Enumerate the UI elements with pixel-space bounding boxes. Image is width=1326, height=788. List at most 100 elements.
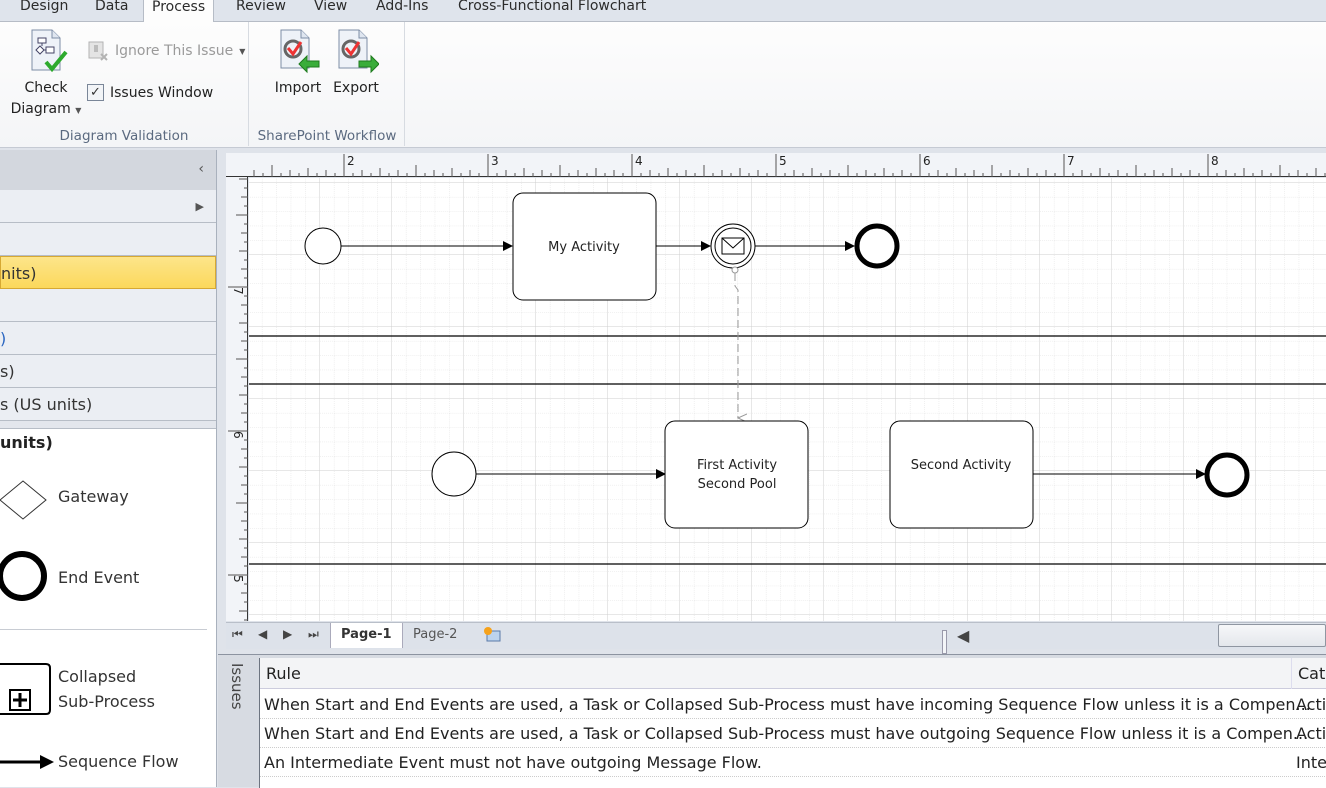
issue-row[interactable]: When Start and End Events are used, a Ta… bbox=[260, 690, 1326, 719]
scrollbar-split-handle[interactable] bbox=[942, 630, 947, 654]
issues-window-checkbox[interactable]: ✓ Issues Window bbox=[87, 84, 213, 101]
end-event-label: End Event bbox=[58, 568, 140, 587]
stencil-row[interactable]: s) bbox=[0, 355, 216, 388]
shape-divider bbox=[0, 629, 207, 630]
ignore-issue-icon bbox=[88, 41, 108, 61]
tab-view[interactable]: View bbox=[310, 0, 351, 22]
end-event-1[interactable] bbox=[854, 223, 900, 269]
stencil-title: units) bbox=[0, 433, 53, 452]
end-event-2[interactable] bbox=[1204, 452, 1250, 498]
ruler-label: 7 bbox=[1067, 154, 1075, 168]
page-tabs-bar: ⏮ ◀ ▶ ⏭ Page-1 Page-2 bbox=[226, 622, 1326, 649]
sequence-flow-icon bbox=[0, 755, 54, 769]
grid-major bbox=[249, 178, 1326, 621]
start-event-2[interactable] bbox=[431, 451, 477, 497]
dropdown-arrow-icon: ▼ bbox=[239, 46, 246, 56]
issue-category: Acti bbox=[1296, 724, 1326, 743]
ruler-label: 7 bbox=[231, 287, 245, 295]
shape-gateway[interactable]: Gateway bbox=[0, 480, 200, 520]
previous-page-icon[interactable]: ◀ bbox=[258, 627, 267, 641]
task-label: My Activity bbox=[548, 240, 620, 255]
checkbox-checked-icon: ✓ bbox=[87, 84, 104, 101]
export-label: Export bbox=[333, 80, 379, 96]
group-diagram-validation: Check Diagram ▼ Ignore This Issue ▼ ✓ Is… bbox=[0, 22, 249, 146]
issues-table: Rule Cat When Start and End Events are u… bbox=[259, 658, 1326, 788]
issue-rule: When Start and End Events are used, a Ta… bbox=[264, 695, 1311, 714]
task-label: Second Activity bbox=[911, 458, 1012, 473]
group-sharepoint-workflow: Import Export SharePoint Workflow bbox=[250, 22, 405, 146]
end-event-icon bbox=[0, 551, 47, 601]
column-header-rule[interactable]: Rule bbox=[266, 658, 301, 689]
import-button[interactable]: Import bbox=[272, 26, 324, 99]
collapsed-label-1: Collapsed bbox=[58, 667, 137, 686]
drawing-canvas[interactable]: My Activity First Activity Second Pool S… bbox=[249, 178, 1326, 621]
collapse-pane-icon[interactable]: ‹ bbox=[198, 161, 204, 177]
column-header-category[interactable]: Cat bbox=[1291, 658, 1325, 689]
export-icon bbox=[338, 29, 379, 74]
horizontal-scrollbar-thumb[interactable] bbox=[1218, 624, 1326, 647]
check-diagram-button[interactable]: Check Diagram ▼ bbox=[8, 26, 84, 121]
scroll-left-icon[interactable]: ◀ bbox=[957, 626, 969, 645]
tab-data[interactable]: Data bbox=[91, 0, 132, 22]
issue-category: Acti bbox=[1296, 695, 1326, 714]
ruler-label: 4 bbox=[635, 154, 643, 168]
next-page-icon[interactable]: ▶ bbox=[283, 627, 292, 641]
stencil-row-selected[interactable]: nits) bbox=[0, 256, 216, 289]
export-button[interactable]: Export bbox=[330, 26, 382, 99]
stencil-row[interactable] bbox=[0, 223, 216, 256]
issues-window: Issues Rule Cat When Start and End Event… bbox=[218, 654, 1326, 788]
page-tab-page-1[interactable]: Page-1 bbox=[330, 623, 403, 648]
stencil-row[interactable]: s (US units) bbox=[0, 388, 216, 421]
group-label-diagram-validation: Diagram Validation bbox=[59, 128, 189, 144]
envelope-icon bbox=[721, 237, 745, 255]
intermediate-message-event[interactable] bbox=[710, 223, 756, 269]
shape-sequence-flow[interactable]: Sequence Flow bbox=[0, 750, 200, 774]
shape-end-event[interactable]: End Event bbox=[0, 550, 200, 606]
issue-rule: When Start and End Events are used, a Ta… bbox=[264, 724, 1309, 743]
ruler-label: 2 bbox=[347, 154, 355, 168]
shape-collapsed-sub-process[interactable]: Collapsed Sub-Process bbox=[0, 662, 200, 718]
ruler-label: 6 bbox=[923, 154, 931, 168]
issue-row[interactable]: When Start and End Events are used, a Ta… bbox=[260, 719, 1326, 748]
chevron-right-icon: ▶ bbox=[195, 200, 204, 213]
tab-add-ins[interactable]: Add-Ins bbox=[372, 0, 432, 22]
stencil-row[interactable] bbox=[0, 289, 216, 322]
collapsed-label-2: Sub-Process bbox=[58, 692, 155, 711]
task-second-activity[interactable]: Second Activity bbox=[889, 420, 1034, 529]
sequence-flow-label: Sequence Flow bbox=[58, 752, 179, 771]
tab-design[interactable]: Design bbox=[16, 0, 72, 22]
check-diagram-icon bbox=[31, 29, 68, 73]
group-label-sharepoint-workflow: SharePoint Workflow bbox=[257, 128, 397, 144]
collapsed-subprocess-icon bbox=[0, 663, 51, 715]
issues-window-label: Issues Window bbox=[110, 84, 214, 101]
stencil-row[interactable]: ) bbox=[0, 322, 216, 355]
tab-process[interactable]: Process bbox=[143, 0, 215, 23]
gateway-icon bbox=[0, 480, 47, 520]
page-tab-page-2[interactable]: Page-2 bbox=[403, 623, 467, 648]
task-first-activity[interactable]: First Activity Second Pool bbox=[664, 420, 809, 529]
ruler-label: 3 bbox=[491, 154, 499, 168]
ribbon-tab-bar: Design Data Process Review View Add-Ins … bbox=[0, 0, 1326, 23]
task-label-line1: First Activity bbox=[697, 458, 777, 473]
dropdown-arrow-icon: ▼ bbox=[75, 106, 82, 115]
ruler-label: 5 bbox=[779, 154, 787, 168]
gateway-label: Gateway bbox=[58, 487, 129, 506]
start-event-1[interactable] bbox=[304, 227, 342, 265]
ignore-this-issue-button[interactable]: Ignore This Issue ▼ bbox=[87, 40, 245, 62]
issue-row[interactable]: An Intermediate Event must not have outg… bbox=[260, 748, 1326, 777]
ribbon: Check Diagram ▼ Ignore This Issue ▼ ✓ Is… bbox=[0, 22, 1326, 148]
first-page-icon[interactable]: ⏮ bbox=[232, 627, 243, 642]
last-page-icon[interactable]: ⏭ bbox=[308, 627, 319, 642]
message-flow-origin bbox=[731, 266, 739, 274]
more-shapes-row[interactable]: ▶ bbox=[0, 190, 216, 223]
tab-cross-functional-flowchart[interactable]: Cross-Functional Flowchart bbox=[454, 0, 650, 22]
ruler-label: 6 bbox=[231, 431, 245, 439]
shapes-pane-header: ‹ bbox=[0, 150, 216, 190]
import-icon bbox=[280, 29, 320, 74]
ruler-label: 8 bbox=[1211, 154, 1219, 168]
vertical-ruler: 7 6 5 bbox=[226, 177, 248, 621]
tab-review[interactable]: Review bbox=[232, 0, 290, 22]
task-my-activity[interactable]: My Activity bbox=[512, 192, 657, 301]
issue-rule: An Intermediate Event must not have outg… bbox=[264, 753, 762, 772]
insert-page-icon[interactable] bbox=[482, 626, 502, 648]
